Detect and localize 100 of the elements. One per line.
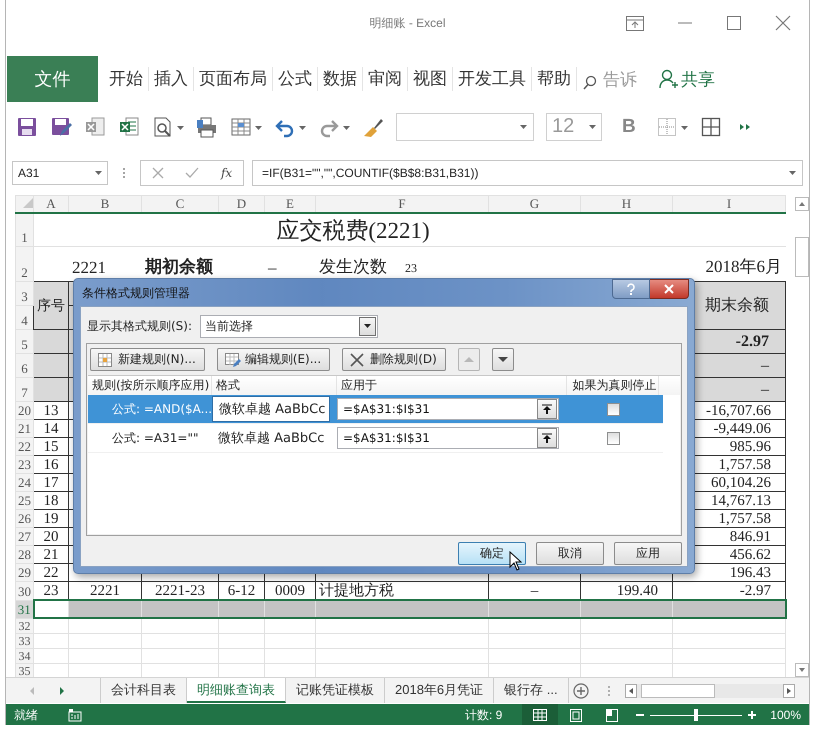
row-header[interactable]: 31 xyxy=(16,600,34,618)
row-header[interactable]: 1 xyxy=(16,213,34,246)
caret-icon[interactable] xyxy=(520,124,527,128)
column-header[interactable]: F xyxy=(316,196,488,213)
ribbon-tab[interactable]: 审阅 xyxy=(363,67,408,91)
insert-function-button[interactable]: fx xyxy=(220,166,232,180)
table-icon[interactable] xyxy=(230,116,252,138)
row-header[interactable]: 21 xyxy=(16,420,34,438)
sheet-tab[interactable]: 银行存 ... xyxy=(494,678,569,703)
dialog-button[interactable]: 应用 xyxy=(614,542,682,565)
row-header[interactable]: 34 xyxy=(16,648,34,664)
row-header[interactable]: 5 xyxy=(16,330,34,354)
caret-icon[interactable] xyxy=(789,170,796,174)
sheet-tab[interactable]: 明细账查询表 xyxy=(187,678,286,703)
toolbar-button[interactable]: 编辑规则(E)... xyxy=(216,348,330,371)
caret-icon[interactable] xyxy=(177,126,184,130)
bold-button[interactable]: B xyxy=(614,116,644,138)
printer-icon[interactable] xyxy=(196,116,218,138)
row-header[interactable]: 4 xyxy=(16,306,34,330)
toolbar-button[interactable]: 删除规则(D) xyxy=(342,348,446,371)
close-button[interactable] xyxy=(650,279,689,299)
ribbon-tab[interactable]: 页面布局 xyxy=(194,67,273,91)
zoom-slider-thumb[interactable] xyxy=(694,708,698,720)
ribbon-tab[interactable]: 文件 xyxy=(7,56,98,102)
grid-icon[interactable] xyxy=(700,116,722,138)
name-box[interactable]: A31 xyxy=(12,160,108,184)
drag-handle-icon[interactable] xyxy=(122,166,126,178)
row-header[interactable]: 27 xyxy=(16,528,34,546)
toolbar-button[interactable]: 新建规则(N)... xyxy=(90,348,205,371)
row-header[interactable]: 22 xyxy=(16,438,34,456)
caret-icon[interactable] xyxy=(589,124,596,128)
column-header[interactable]: H xyxy=(580,196,672,213)
horizontal-scrollbar[interactable] xyxy=(624,684,795,698)
ribbon-tab[interactable]: 视图 xyxy=(408,67,453,91)
share-button[interactable]: 共享 xyxy=(659,68,715,90)
borders-icon[interactable] xyxy=(656,116,678,138)
maximize-icon[interactable] xyxy=(726,15,742,31)
row-header[interactable]: 20 xyxy=(16,402,34,420)
column-header[interactable]: A xyxy=(34,196,68,213)
save-as-icon[interactable] xyxy=(50,116,72,138)
search-icon[interactable] xyxy=(583,75,597,91)
row-header[interactable]: 32 xyxy=(16,618,34,634)
move-down-button[interactable] xyxy=(492,348,514,371)
scroll-up-icon[interactable] xyxy=(794,197,808,211)
caret-icon[interactable] xyxy=(680,126,688,130)
row-header[interactable]: 7 xyxy=(16,378,34,402)
ribbon-tab[interactable]: 数据 xyxy=(318,67,363,91)
add-sheet-icon[interactable] xyxy=(572,682,589,698)
checkbox[interactable] xyxy=(606,402,620,416)
scroll-down-icon[interactable] xyxy=(794,663,808,677)
caret-icon[interactable] xyxy=(95,170,102,174)
sheet-tab[interactable]: 记账凭证模板 xyxy=(286,678,385,703)
column-header[interactable]: G xyxy=(488,196,580,213)
range-field[interactable]: =$A$31:$I$31 xyxy=(337,427,559,449)
caret-icon[interactable] xyxy=(299,126,306,130)
column-header[interactable]: B xyxy=(68,196,142,213)
column-header[interactable]: E xyxy=(264,196,316,213)
document-icon[interactable] xyxy=(84,116,106,138)
zoom-out-icon[interactable] xyxy=(636,711,644,719)
macro-record-icon[interactable] xyxy=(68,708,82,722)
row-header[interactable]: 3 xyxy=(16,282,34,306)
zoom-in-icon[interactable] xyxy=(748,711,756,719)
vertical-scrollbar[interactable] xyxy=(794,195,809,677)
spreadsheet-icon[interactable] xyxy=(118,116,140,138)
close-icon[interactable] xyxy=(775,15,791,31)
scrollbar-thumb[interactable] xyxy=(794,237,808,277)
row-header[interactable]: 23 xyxy=(16,456,34,474)
drag-handle-icon[interactable] xyxy=(606,684,611,696)
row-header[interactable]: 28 xyxy=(16,546,34,564)
row-header[interactable]: 25 xyxy=(16,492,34,510)
normal-view-button[interactable] xyxy=(522,704,558,725)
ribbon-tab[interactable]: 帮助 xyxy=(532,67,577,91)
column-header[interactable]: I xyxy=(672,196,786,213)
caret-icon[interactable] xyxy=(343,126,350,130)
help-button[interactable] xyxy=(612,279,650,299)
formula-field[interactable]: =IF(B31="","",COUNTIF($B$8:B31,B31)) xyxy=(252,160,803,186)
sheet-tab[interactable]: 2018年6月凭证 xyxy=(385,678,494,703)
column-header[interactable]: C xyxy=(142,196,218,213)
row-header[interactable]: 33 xyxy=(16,634,34,648)
dialog-button[interactable]: 取消 xyxy=(536,542,604,565)
row-header[interactable]: 29 xyxy=(16,564,34,582)
zoom-level[interactable]: 100% xyxy=(770,708,801,722)
column-header[interactable]: D xyxy=(218,196,264,213)
row-header[interactable]: 2 xyxy=(16,246,34,282)
rule-row[interactable]: 公式: =A31="" 微软卓越 AaBbCc =$A$31:$I$31 xyxy=(88,424,663,453)
row-header[interactable]: 30 xyxy=(16,582,34,600)
row-header[interactable]: 26 xyxy=(16,510,34,528)
scroll-right-icon[interactable] xyxy=(58,686,66,696)
row-header[interactable]: 6 xyxy=(16,354,34,378)
range-field[interactable]: =$A$31:$I$31 xyxy=(337,398,559,420)
save-icon[interactable] xyxy=(16,116,38,138)
caret-icon[interactable] xyxy=(255,126,262,130)
font-name-field[interactable] xyxy=(396,112,534,140)
checkbox[interactable] xyxy=(606,432,620,444)
scrollbar-thumb[interactable] xyxy=(640,684,715,698)
row-header[interactable]: 24 xyxy=(16,474,34,492)
ribbon-tab[interactable]: 公式 xyxy=(273,67,318,91)
ribbon-tab[interactable]: 开发工具 xyxy=(453,67,532,91)
ribbon-tab[interactable]: 插入 xyxy=(149,67,194,91)
ribbon-display-icon[interactable] xyxy=(626,16,644,30)
